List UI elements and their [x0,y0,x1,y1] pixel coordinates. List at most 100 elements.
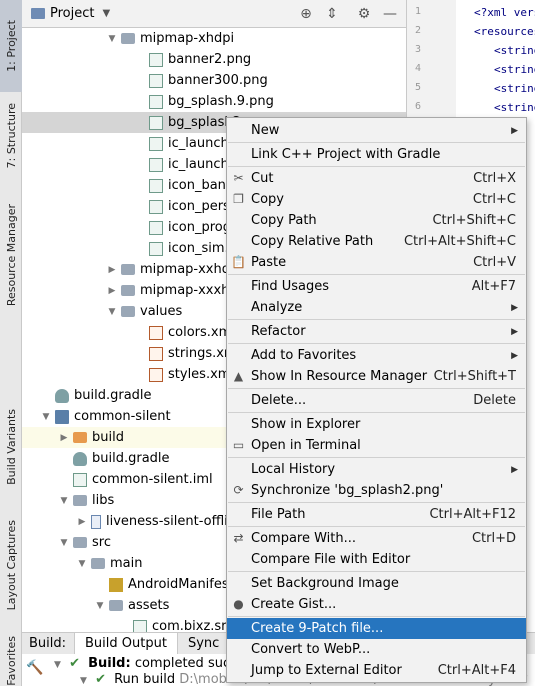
context-menu: New ▶ Link C++ Project with Gradle ✂ Cut Ctrl… [226,117,527,683]
code-line[interactable]: <string [494,63,535,76]
chevron-down-icon[interactable]: ▼ [40,412,52,422]
tab-sync[interactable]: Sync [178,633,229,655]
menu-item-label: Refactor [251,324,306,339]
chevron-down-icon[interactable]: ▼ [106,34,118,44]
menu-item-cut[interactable]: ✂ Cut Ctrl+X [227,168,526,189]
line-number: 3 [415,44,422,55]
folder-icon [73,537,87,548]
chevron-down-icon[interactable]: ▼ [54,660,61,670]
code-line[interactable]: <string [494,101,535,114]
menu-item-shortcut: Delete [473,393,516,408]
code-line[interactable]: <?xml versi [474,6,535,19]
menu-item-add-to-favorites[interactable]: Add to Favorites ▶ [227,345,526,366]
chevron-right-icon[interactable]: ▶ [106,265,118,275]
tab-structure-label: 7: Structure [4,103,18,169]
tree-row[interactable]: banner2.png [22,49,406,70]
menu-separator [228,319,525,320]
cut-icon: ✂ [233,171,244,185]
code-line[interactable]: <string [494,82,535,95]
menu-item-show-in-resource-manager[interactable]: ▲ Show In Resource Manager Ctrl+Shift+T [227,366,526,387]
project-view-selector[interactable]: Project [50,6,94,21]
project-folder-icon [31,8,45,19]
build-status-line[interactable]: ▼ ✔ Build: completed succe [54,656,245,671]
menu-item-copy-path[interactable]: Copy Path Ctrl+Shift+C [227,210,526,231]
code-line[interactable]: <resources> [474,25,535,38]
tree-row-label: icon_pers [168,199,230,214]
hammer-icon[interactable]: 🔨 [26,660,43,676]
tree-row-label: build [92,430,124,445]
tab-layout-captures[interactable]: Layout Captures [0,510,22,620]
locate-icon[interactable]: ⊕ [298,6,314,22]
menu-item-label: Copy Path [251,213,317,228]
chevron-down-icon[interactable]: ▼ [94,601,106,611]
xml-icon [149,367,163,382]
folder-icon [121,285,135,296]
menu-item-set-background-image[interactable]: Set Background Image [227,573,526,594]
gear-icon[interactable]: ⚙ [356,6,372,22]
tab-resource-manager[interactable]: Resource Manager [0,190,22,320]
menu-item-shortcut: Ctrl+Alt+F4 [437,663,516,678]
chevron-down-icon[interactable]: ▼ [106,307,118,317]
menu-item-delete[interactable]: Delete... Delete [227,390,526,411]
menu-item-create-9-patch-file[interactable]: Create 9-Patch file... [227,618,526,639]
check-icon: ✔ [69,656,80,671]
menu-item-copy[interactable]: ❐ Copy Ctrl+C [227,189,526,210]
tree-row-label: mipmap-xxxh [140,283,230,298]
menu-item-refactor[interactable]: Refactor ▶ [227,321,526,342]
file-icon [149,241,163,256]
compare-icon: ⇄ [233,531,244,545]
menu-item-find-usages[interactable]: Find Usages Alt+F7 [227,276,526,297]
tree-row-label: icon_bank [168,178,234,193]
menu-item-label: Paste [251,255,287,270]
gradle-icon [73,451,87,466]
chevron-right-icon: ▶ [511,302,518,313]
tab-project[interactable]: 1: Project [0,0,22,92]
menu-item-analyze[interactable]: Analyze ▶ [227,297,526,318]
tree-row-label: values [140,304,183,319]
menu-item-create-gist[interactable]: ● Create Gist... [227,594,526,615]
menu-item-file-path[interactable]: File Path Ctrl+Alt+F12 [227,504,526,525]
terminal-icon: ▭ [232,438,245,452]
tree-row[interactable]: banner300.png [22,70,406,91]
resource-manager-icon: ▲ [233,369,244,383]
tab-favorites[interactable]: Favorites [0,636,22,686]
menu-item-convert-to-webp[interactable]: Convert to WebP... [227,639,526,660]
tab-structure[interactable]: 7: Structure [0,92,22,180]
check-icon: ✔ [95,672,106,686]
menu-item-shortcut: Alt+F7 [471,279,516,294]
tab-build-variants-label: Build Variants [4,409,18,485]
tab-layout-captures-label: Layout Captures [4,519,18,611]
chevron-down-icon[interactable]: ▼ [58,496,70,506]
tab-build-output[interactable]: Build Output [74,632,178,655]
tree-row[interactable]: ▼ mipmap-xhdpi [22,28,406,49]
menu-item-compare-file-with-editor[interactable]: Compare File with Editor [227,549,526,570]
tab-build-variants[interactable]: Build Variants [0,398,22,496]
menu-item-open-in-terminal[interactable]: ▭ Open in Terminal [227,435,526,456]
chevron-right-icon[interactable]: ▶ [76,517,88,527]
folder-icon [91,558,105,569]
menu-item-synchronize-bg-splash2-png[interactable]: ⟳ Synchronize 'bg_splash2.png' [227,480,526,501]
code-line[interactable]: <string [494,44,535,57]
menu-item-show-in-explorer[interactable]: Show in Explorer [227,414,526,435]
chevron-down-icon[interactable]: ▼ [102,8,110,19]
menu-item-local-history[interactable]: Local History ▶ [227,459,526,480]
chevron-down-icon[interactable]: ▼ [76,559,88,569]
chevron-right-icon[interactable]: ▶ [58,433,70,443]
menu-item-paste[interactable]: 📋 Paste Ctrl+V [227,252,526,273]
menu-item-jump-to-external-editor[interactable]: Jump to External Editor Ctrl+Alt+F4 [227,660,526,681]
file-icon [149,136,163,151]
collapse-all-icon[interactable]: ⇕ [324,6,340,22]
menu-item-link-c-project-with-gradle[interactable]: Link C++ Project with Gradle [227,144,526,165]
menu-item-new[interactable]: New ▶ [227,120,526,141]
chevron-down-icon[interactable]: ▼ [80,676,87,686]
hide-icon[interactable]: — [382,6,398,22]
chevron-down-icon[interactable]: ▼ [58,538,70,548]
menu-item-copy-relative-path[interactable]: Copy Relative Path Ctrl+Alt+Shift+C [227,231,526,252]
menu-item-compare-with[interactable]: ⇄ Compare With... Ctrl+D [227,528,526,549]
tab-resource-manager-label: Resource Manager [4,203,18,307]
tree-row[interactable]: bg_splash.9.png [22,91,406,112]
chevron-right-icon[interactable]: ▶ [106,286,118,296]
tab-project-label: 1: Project [4,20,18,72]
menu-item-shortcut: Ctrl+X [473,171,516,186]
menu-item-label: Delete... [251,393,307,408]
